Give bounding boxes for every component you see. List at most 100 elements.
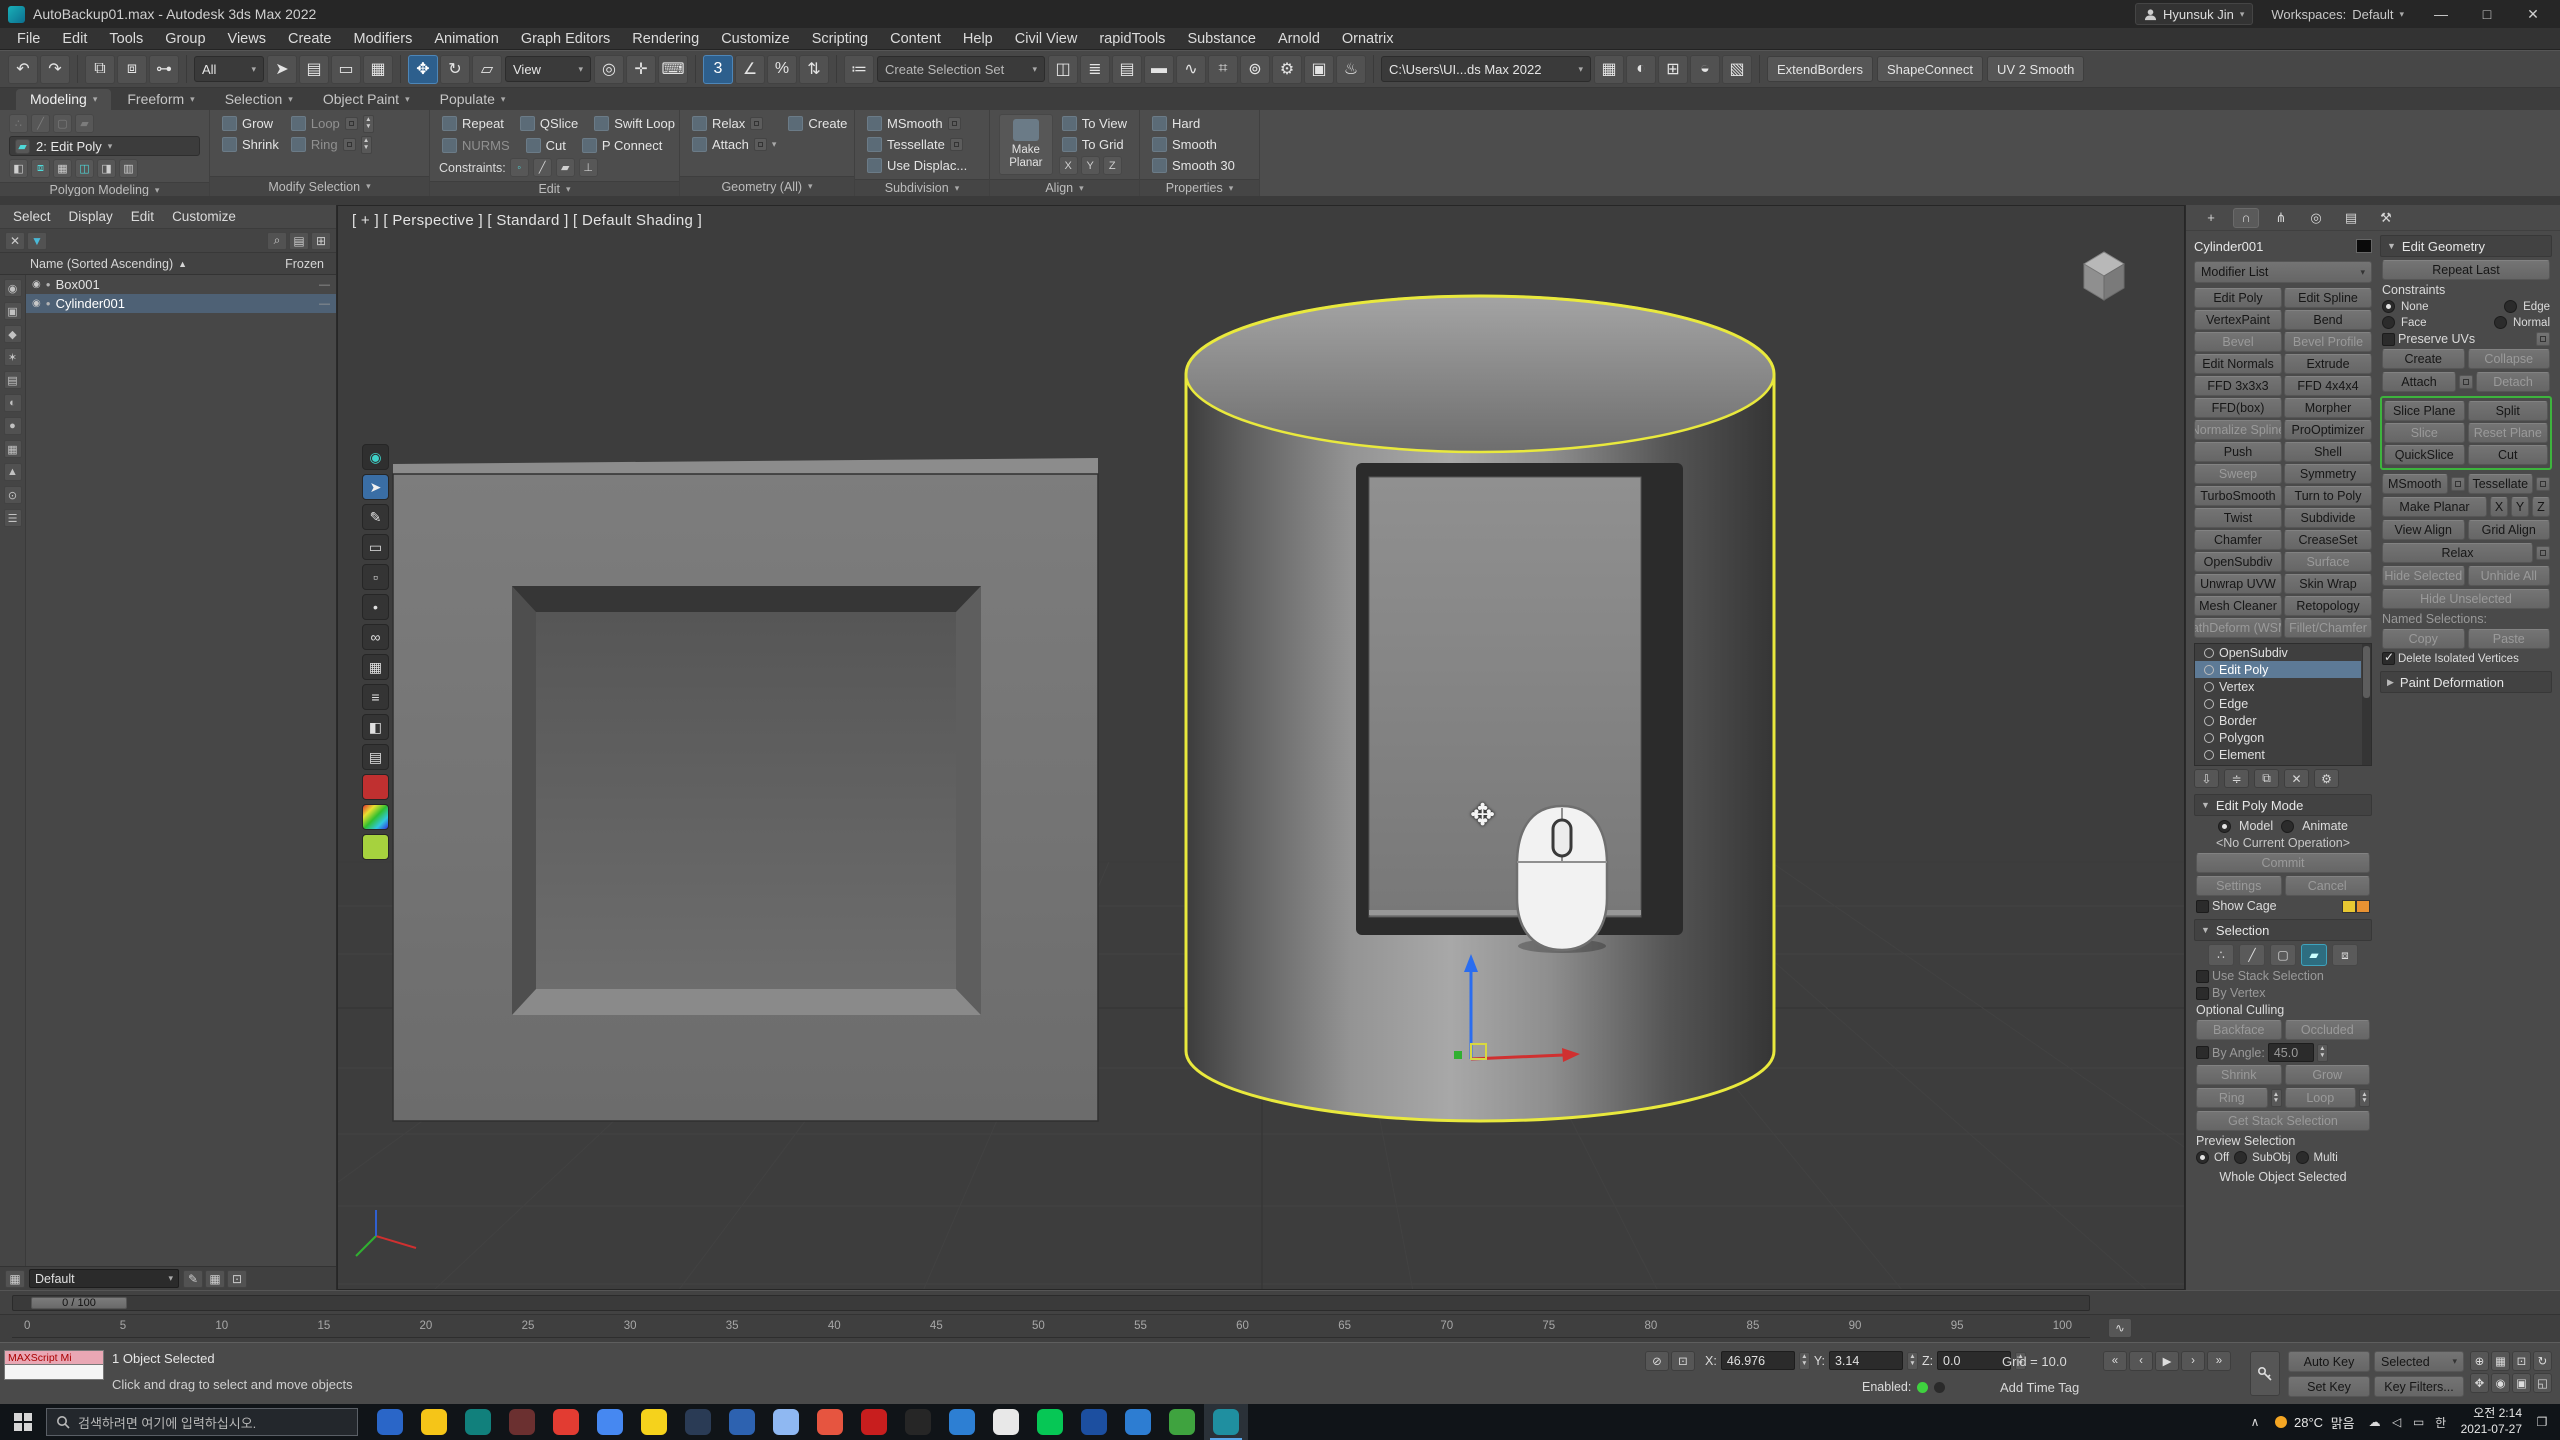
close-button[interactable]: ✕ [2514,1,2552,28]
constraint-face-icon[interactable]: ▰ [556,158,575,177]
modifier-button[interactable]: Mesh Cleaner [2194,596,2282,616]
border-subobject-icon[interactable]: ▢ [2270,944,2296,966]
modifier-button[interactable]: Twist [2194,508,2282,528]
modifier-visibility-icon[interactable] [2204,665,2214,675]
taskbar-app-button[interactable] [368,1404,412,1440]
rainbow-swatch[interactable] [362,804,389,830]
user-account-button[interactable]: Hyunsuk Jin ▾ [2135,3,2253,25]
attach-button[interactable]: Attach [2382,372,2456,392]
motion-tab-icon[interactable]: ◎ [2303,208,2329,228]
occluded-button[interactable]: Occluded [2285,1020,2371,1040]
eye-icon[interactable]: ◉ [362,444,389,470]
modifier-button[interactable]: FFD 3x3x3 [2194,376,2282,396]
msmooth-settings[interactable] [2451,477,2465,491]
grow-button[interactable]: Grow [219,114,282,133]
constraint-normal-radio[interactable] [2494,316,2507,329]
modifier-visibility-icon[interactable] [2204,648,2214,658]
polygon-subobject-icon[interactable]: ▰ [2301,944,2327,966]
shrink-button[interactable]: Shrink [219,135,282,154]
loop-button[interactable]: Loop▲▼ [288,114,377,133]
project-folder-dropdown[interactable]: C:\Users\UI...ds Max 2022▾ [1381,56,1591,82]
viewport-layout-icon[interactable]: ◱ [2533,1373,2552,1393]
toolbar-extra-icon[interactable]: ▧ [1722,55,1752,84]
preserve-uvs-checkbox[interactable] [2382,333,2395,346]
taskbar-app-button[interactable] [720,1404,764,1440]
collapse-stack-icon[interactable]: ◧ [9,159,28,178]
menu-item[interactable]: Animation [423,28,509,49]
explorer-filter-icon[interactable]: ✶ [4,348,22,366]
auto-key-button[interactable]: Auto Key [2288,1351,2370,1372]
taskbar-app-button[interactable] [940,1404,984,1440]
current-edit-mode-dropdown[interactable]: ▰ 2: Edit Poly▾ [9,136,200,156]
minimize-button[interactable]: — [2422,1,2460,28]
hide-selected-button[interactable]: Hide Selected [2382,566,2465,586]
ring-button[interactable]: Ring▲▼ [288,135,377,154]
align-z-button[interactable]: Z [1103,156,1122,175]
menu-item[interactable]: Scripting [801,28,879,49]
constraint-edge-icon[interactable]: ╱ [533,158,552,177]
align-x-button[interactable]: X [1059,156,1078,175]
modifier-button[interactable]: Retopology [2284,596,2372,616]
use-stack-selection-checkbox[interactable] [2196,970,2209,983]
by-angle-field[interactable]: 45.0 [2268,1043,2314,1062]
nurms-button[interactable]: NURMS [439,136,513,155]
select-and-scale-icon[interactable]: ▱ [472,55,502,84]
preview-off-radio[interactable] [2196,1151,2209,1164]
taskbar-app-button[interactable] [412,1404,456,1440]
trash-tool-icon[interactable]: ▦ [362,654,389,680]
modifier-button[interactable]: Skin Wrap [2284,574,2372,594]
menu-item[interactable]: Civil View [1004,28,1089,49]
object-color-swatch[interactable] [2356,239,2372,253]
visibility-eye-icon[interactable]: ◉ [32,298,41,309]
cage-selected-color-swatch[interactable] [2356,900,2370,913]
ribbon-group-footer[interactable]: Subdivision▾ [855,179,989,196]
modifier-button[interactable]: Symmetry [2284,464,2372,484]
modifier-button[interactable]: PathDeform (WSM) [2194,618,2282,638]
ribbon-group-footer[interactable]: Edit▾ [430,181,679,196]
ignore-backfacing-icon[interactable]: ▦ [53,159,72,178]
explorer-menu-item[interactable]: Edit [122,205,163,228]
slice-plane-button[interactable]: Slice Plane [2384,401,2465,421]
explorer-settings-icon[interactable]: ▤ [289,232,309,250]
plugin-script-button[interactable]: ExtendBorders [1767,56,1873,82]
camera-tool-icon[interactable]: ◧ [362,714,389,740]
modifier-button[interactable]: FFD(box) [2194,398,2282,418]
red-black-swatch[interactable] [362,774,389,800]
ribbon-group-footer[interactable]: Align▾ [990,179,1139,196]
element-subobject-icon[interactable]: ⧈ [2332,944,2358,966]
zoom-icon[interactable]: ⊕ [2470,1351,2489,1371]
tessellate-button[interactable]: Tessellate [864,135,970,154]
constraint-face-radio[interactable] [2382,316,2395,329]
select-cursor-icon[interactable]: ➤ [362,474,389,500]
modifier-button[interactable]: Bevel Profile [2284,332,2372,352]
edit-poly-mode-header[interactable]: ▼Edit Poly Mode [2194,794,2372,816]
workspaces-selector[interactable]: Workspaces: Default ▾ [2271,7,2404,22]
bind-to-space-warp-icon[interactable]: ⊶ [149,55,179,84]
modifier-visibility-icon[interactable] [2204,699,2214,709]
menu-item[interactable]: Group [154,28,216,49]
modifier-button[interactable]: Shell [2284,442,2372,462]
ribbon-group-footer[interactable]: Polygon Modeling▾ [0,182,209,197]
view-align-button[interactable]: View Align [2382,520,2465,540]
tessellate-settings[interactable] [2536,477,2550,491]
modifier-button[interactable]: Subdivide [2284,508,2372,528]
modifier-stack-item[interactable]: Polygon [2195,729,2361,746]
track-bar[interactable]: 0510152025303540455055606570758085909510… [0,1314,2560,1342]
plugin-script-button[interactable]: ShapeConnect [1877,56,1983,82]
toggle-ribbon-icon[interactable]: ▬ [1144,55,1174,84]
active-layer-dropdown[interactable]: Default▾ [29,1269,179,1288]
attach-button[interactable]: Attach▾ [689,135,779,154]
redo-icon[interactable]: ↷ [40,55,70,84]
menu-item[interactable]: Modifiers [343,28,424,49]
modifier-button[interactable]: Push [2194,442,2282,462]
planar-y-button[interactable]: Y [2511,497,2529,517]
angle-snap-icon[interactable]: ∠ [735,55,765,84]
menu-item[interactable]: rapidTools [1088,28,1176,49]
paint-deformation-header[interactable]: ▶Paint Deformation [2380,671,2552,693]
explorer-menu-item[interactable]: Select [4,205,60,228]
preserve-uvs-settings[interactable] [2536,332,2550,346]
modifier-stack-item[interactable]: Element [2195,746,2361,763]
selection-filter-dropdown[interactable]: All▾ [194,56,264,82]
repeat-last-button[interactable]: Repeat Last [2382,260,2550,280]
align-y-button[interactable]: Y [1081,156,1100,175]
